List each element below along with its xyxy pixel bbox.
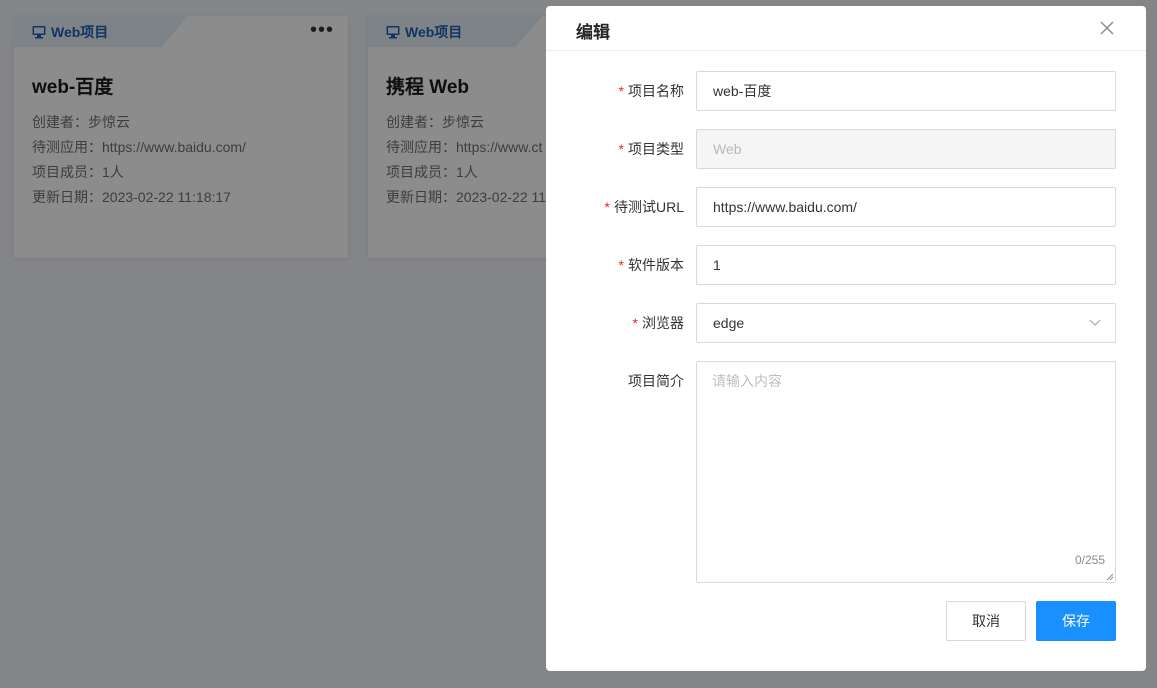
dialog-title: 编辑 (576, 23, 610, 42)
form-row-name: * 项目名称 (546, 71, 1146, 111)
form-row-url: * 待测试URL (546, 187, 1146, 227)
close-icon[interactable] (1098, 19, 1116, 37)
browser-select[interactable]: edge (696, 303, 1116, 343)
form-row-browser: * 浏览器 edge (546, 303, 1146, 343)
software-version-input[interactable] (696, 245, 1116, 285)
form-row-version: * 软件版本 (546, 245, 1146, 285)
required-mark: * (618, 141, 624, 157)
label-version: 软件版本 (628, 257, 684, 273)
label-name: 项目名称 (628, 83, 684, 99)
textarea-placeholder: 请输入内容 (712, 373, 782, 389)
browser-select-value: edge (713, 315, 745, 331)
dialog-header: 编辑 (546, 6, 1146, 51)
resize-handle-icon[interactable] (1106, 573, 1114, 581)
chevron-down-icon (1089, 319, 1101, 326)
form-row-type: * 项目类型 Web (546, 129, 1146, 169)
cancel-button[interactable]: 取消 (946, 601, 1026, 641)
edit-dialog: 编辑 *项目名称 *项目类型 Web *待测试URL *软件版本 *浏览器 ed… (546, 6, 1146, 671)
required-mark: * (618, 257, 624, 273)
project-description-textarea[interactable]: 请输入内容 0/255 (696, 361, 1116, 583)
save-button[interactable]: 保存 (1036, 601, 1116, 641)
project-type-input: Web (696, 129, 1116, 169)
form-row-description: 项目简介 请输入内容 0/255 (546, 361, 1146, 583)
label-url: 待测试URL (613, 199, 684, 215)
required-mark: * (604, 199, 610, 215)
character-counter: 0/255 (1074, 553, 1105, 567)
required-mark: * (632, 315, 638, 331)
label-browser: 浏览器 (642, 315, 684, 331)
project-name-input[interactable] (696, 71, 1116, 111)
label-description: 项目简介 (628, 373, 684, 389)
required-mark: * (618, 83, 624, 99)
label-type: 项目类型 (628, 141, 684, 157)
test-url-input[interactable] (696, 187, 1116, 227)
